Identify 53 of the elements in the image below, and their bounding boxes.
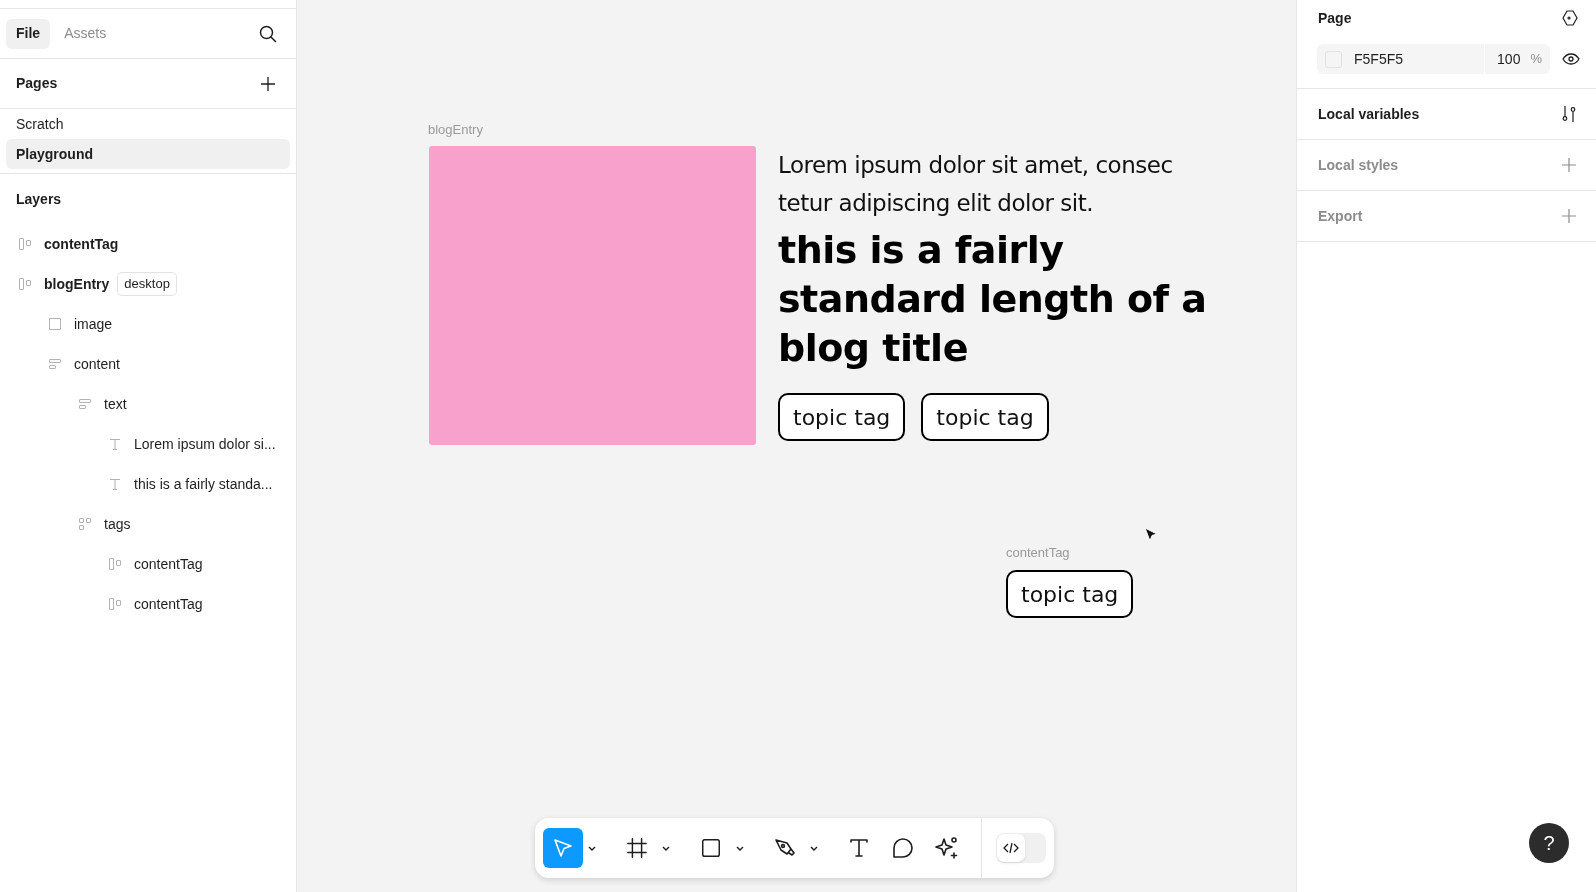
comment-icon: [891, 836, 915, 860]
frame-icon: [626, 837, 648, 859]
hexagon-icon[interactable]: [1561, 9, 1579, 27]
instance-icon: [18, 237, 32, 251]
sidebar-tab[interactable]: Assets: [54, 18, 117, 49]
search-icon[interactable]: [258, 23, 278, 44]
topic-tag: topic tag: [921, 393, 1049, 441]
variant-badge: desktop: [117, 272, 177, 296]
layer-item[interactable]: contentTag: [0, 584, 296, 624]
section-heading: Export: [1318, 206, 1363, 226]
cursor-icon: [1144, 527, 1158, 543]
text-icon: [847, 836, 871, 860]
pages-heading: Pages: [16, 74, 58, 93]
stack-icon: [78, 397, 92, 411]
frame-label: contentTag: [1006, 544, 1070, 562]
blog-title: this is a fairly standard length of a blog title: [778, 227, 1208, 372]
topic-tag: topic tag: [778, 393, 906, 441]
layer-item[interactable]: contentTag: [0, 224, 296, 264]
pointer-icon: [551, 836, 575, 860]
page-item[interactable]: Scratch: [6, 109, 290, 139]
color-field[interactable]: F5F5F5 100 %: [1317, 44, 1550, 74]
rectangle-icon: [700, 837, 722, 859]
layer-item[interactable]: text: [0, 384, 296, 424]
instance-icon: [108, 557, 122, 571]
layer-item[interactable]: this is a fairly standa...: [0, 464, 296, 504]
sparkle-icon: [934, 835, 960, 861]
intro-text: Lorem ipsum dolor sit amet, consec tetur adipiscing elit dolor sit.: [778, 151, 1174, 218]
page-heading: Page: [1318, 8, 1352, 28]
stack-icon: [48, 357, 62, 371]
grid-icon: [78, 517, 92, 531]
layers-heading: Layers: [16, 189, 62, 209]
text-icon: [108, 437, 122, 451]
section-heading: Local styles: [1318, 155, 1399, 175]
text-icon: [108, 477, 122, 491]
topic-tag: topic tag: [1006, 570, 1134, 618]
section-heading: Local variables: [1318, 104, 1420, 124]
instance-icon: [18, 277, 32, 291]
layer-item[interactable]: Lorem ipsum dolor si...: [0, 424, 296, 464]
help-button[interactable]: ?: [1529, 823, 1569, 863]
layer-item[interactable]: contentTag: [0, 544, 296, 584]
instance-icon: [108, 597, 122, 611]
layer-item[interactable]: blogEntry desktop: [0, 264, 296, 304]
layer-item[interactable]: image: [0, 304, 296, 344]
layer-item[interactable]: content: [0, 344, 296, 384]
sidebar-tab[interactable]: File: [6, 18, 51, 49]
frame-label: blogEntry: [428, 121, 483, 139]
eye-icon[interactable]: [1562, 50, 1580, 68]
rectangle-icon: [48, 317, 62, 331]
dev-mode-toggle[interactable]: [996, 833, 1046, 863]
sliders-icon[interactable]: [1561, 105, 1577, 123]
add-icon[interactable]: [260, 75, 276, 92]
layer-item[interactable]: tags: [0, 504, 296, 544]
page-item[interactable]: Playground: [6, 139, 290, 169]
